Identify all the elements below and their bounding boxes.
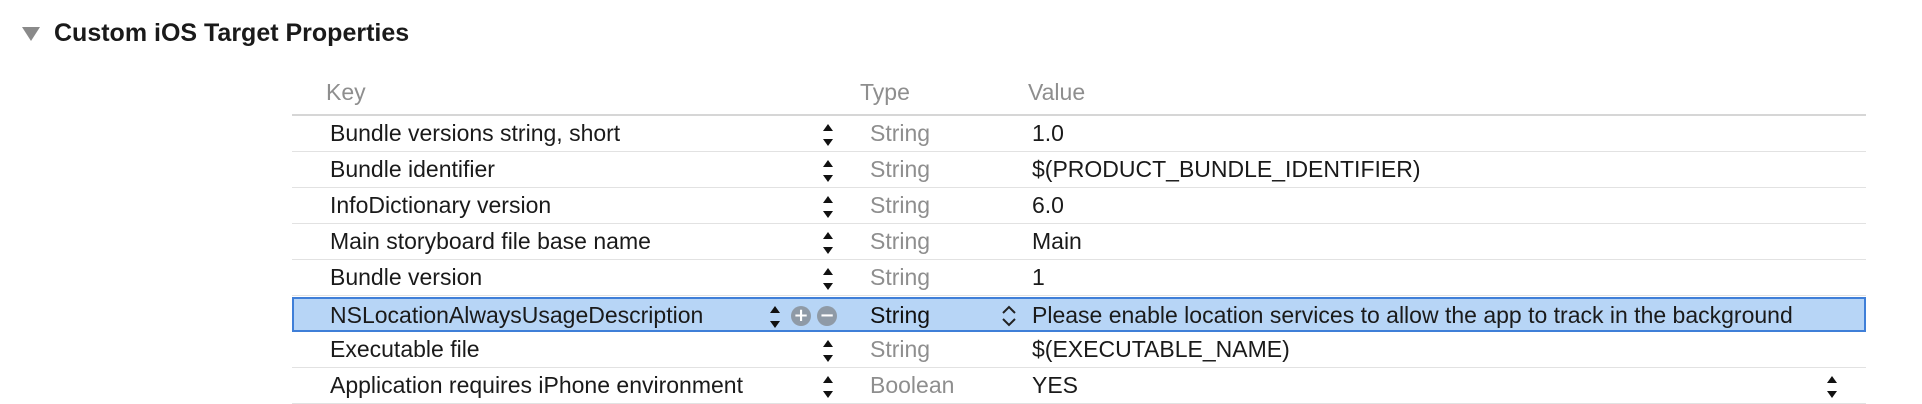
column-header-key[interactable]: Key xyxy=(326,72,366,112)
value-popup-stepper-icon[interactable] xyxy=(1827,376,1837,398)
up-down-stepper-icon[interactable] xyxy=(823,340,833,362)
row-type[interactable]: String xyxy=(870,189,930,222)
table-row[interactable]: Main storyboard file base name String Ma… xyxy=(292,225,1866,260)
table-row[interactable]: InfoDictionary version String 6.0 xyxy=(292,189,1866,224)
table-row[interactable]: Bundle identifier String $(PRODUCT_BUNDL… xyxy=(292,153,1866,188)
table-row[interactable]: Bundle versions string, short String 1.0 xyxy=(292,117,1866,152)
section-title: Custom iOS Target Properties xyxy=(54,18,410,47)
row-key[interactable]: Bundle identifier xyxy=(330,153,495,186)
row-value[interactable]: $(EXECUTABLE_NAME) xyxy=(1032,333,1290,366)
up-down-stepper-icon[interactable] xyxy=(770,306,780,328)
row-key[interactable]: Bundle versions string, short xyxy=(330,117,620,150)
column-header-type[interactable]: Type xyxy=(860,72,910,112)
row-value[interactable]: YES xyxy=(1032,369,1078,402)
row-value[interactable]: 1 xyxy=(1032,261,1045,294)
row-key[interactable]: Main storyboard file base name xyxy=(330,225,651,258)
row-type[interactable]: String xyxy=(870,153,930,186)
remove-row-icon[interactable]: − xyxy=(817,306,837,326)
row-value[interactable]: 1.0 xyxy=(1032,117,1064,150)
row-type[interactable]: String xyxy=(870,225,930,258)
row-value[interactable]: $(PRODUCT_BUNDLE_IDENTIFIER) xyxy=(1032,153,1421,186)
row-type[interactable]: String xyxy=(870,261,930,294)
row-type[interactable]: String xyxy=(870,333,930,366)
add-row-icon[interactable]: + xyxy=(791,306,811,326)
properties-table: Key Type Value Bundle versions string, s… xyxy=(292,72,1866,404)
row-value[interactable]: 6.0 xyxy=(1032,189,1064,222)
row-type[interactable]: String xyxy=(870,299,930,332)
up-down-stepper-icon[interactable] xyxy=(823,196,833,218)
table-row[interactable]: Application requires iPhone environment … xyxy=(292,369,1866,404)
up-down-stepper-icon[interactable] xyxy=(823,160,833,182)
row-key[interactable]: NSLocationAlwaysUsageDescription xyxy=(330,299,703,332)
row-type[interactable]: Boolean xyxy=(870,369,954,402)
row-key[interactable]: Bundle version xyxy=(330,261,482,294)
table-header: Key Type Value xyxy=(292,72,1866,116)
row-value[interactable]: Main xyxy=(1032,225,1082,258)
row-key[interactable]: InfoDictionary version xyxy=(330,189,551,222)
up-down-stepper-icon[interactable] xyxy=(823,268,833,290)
row-type[interactable]: String xyxy=(870,117,930,150)
column-header-value[interactable]: Value xyxy=(1028,72,1085,112)
disclosure-triangle-icon[interactable] xyxy=(22,27,40,41)
section-header[interactable]: Custom iOS Target Properties xyxy=(22,18,409,48)
up-down-stepper-icon[interactable] xyxy=(823,232,833,254)
row-key[interactable]: Executable file xyxy=(330,333,480,366)
table-row-selected[interactable]: NSLocationAlwaysUsageDescription + − Str… xyxy=(292,297,1866,332)
table-row[interactable]: Bundle version String 1 xyxy=(292,261,1866,296)
table-row[interactable]: Executable file String $(EXECUTABLE_NAME… xyxy=(292,333,1866,368)
up-down-stepper-icon[interactable] xyxy=(823,124,833,146)
up-down-stepper-icon[interactable] xyxy=(823,376,833,398)
row-key[interactable]: Application requires iPhone environment xyxy=(330,369,743,402)
chevron-updown-icon[interactable] xyxy=(1000,303,1018,329)
row-value[interactable]: Please enable location services to allow… xyxy=(1032,299,1793,332)
